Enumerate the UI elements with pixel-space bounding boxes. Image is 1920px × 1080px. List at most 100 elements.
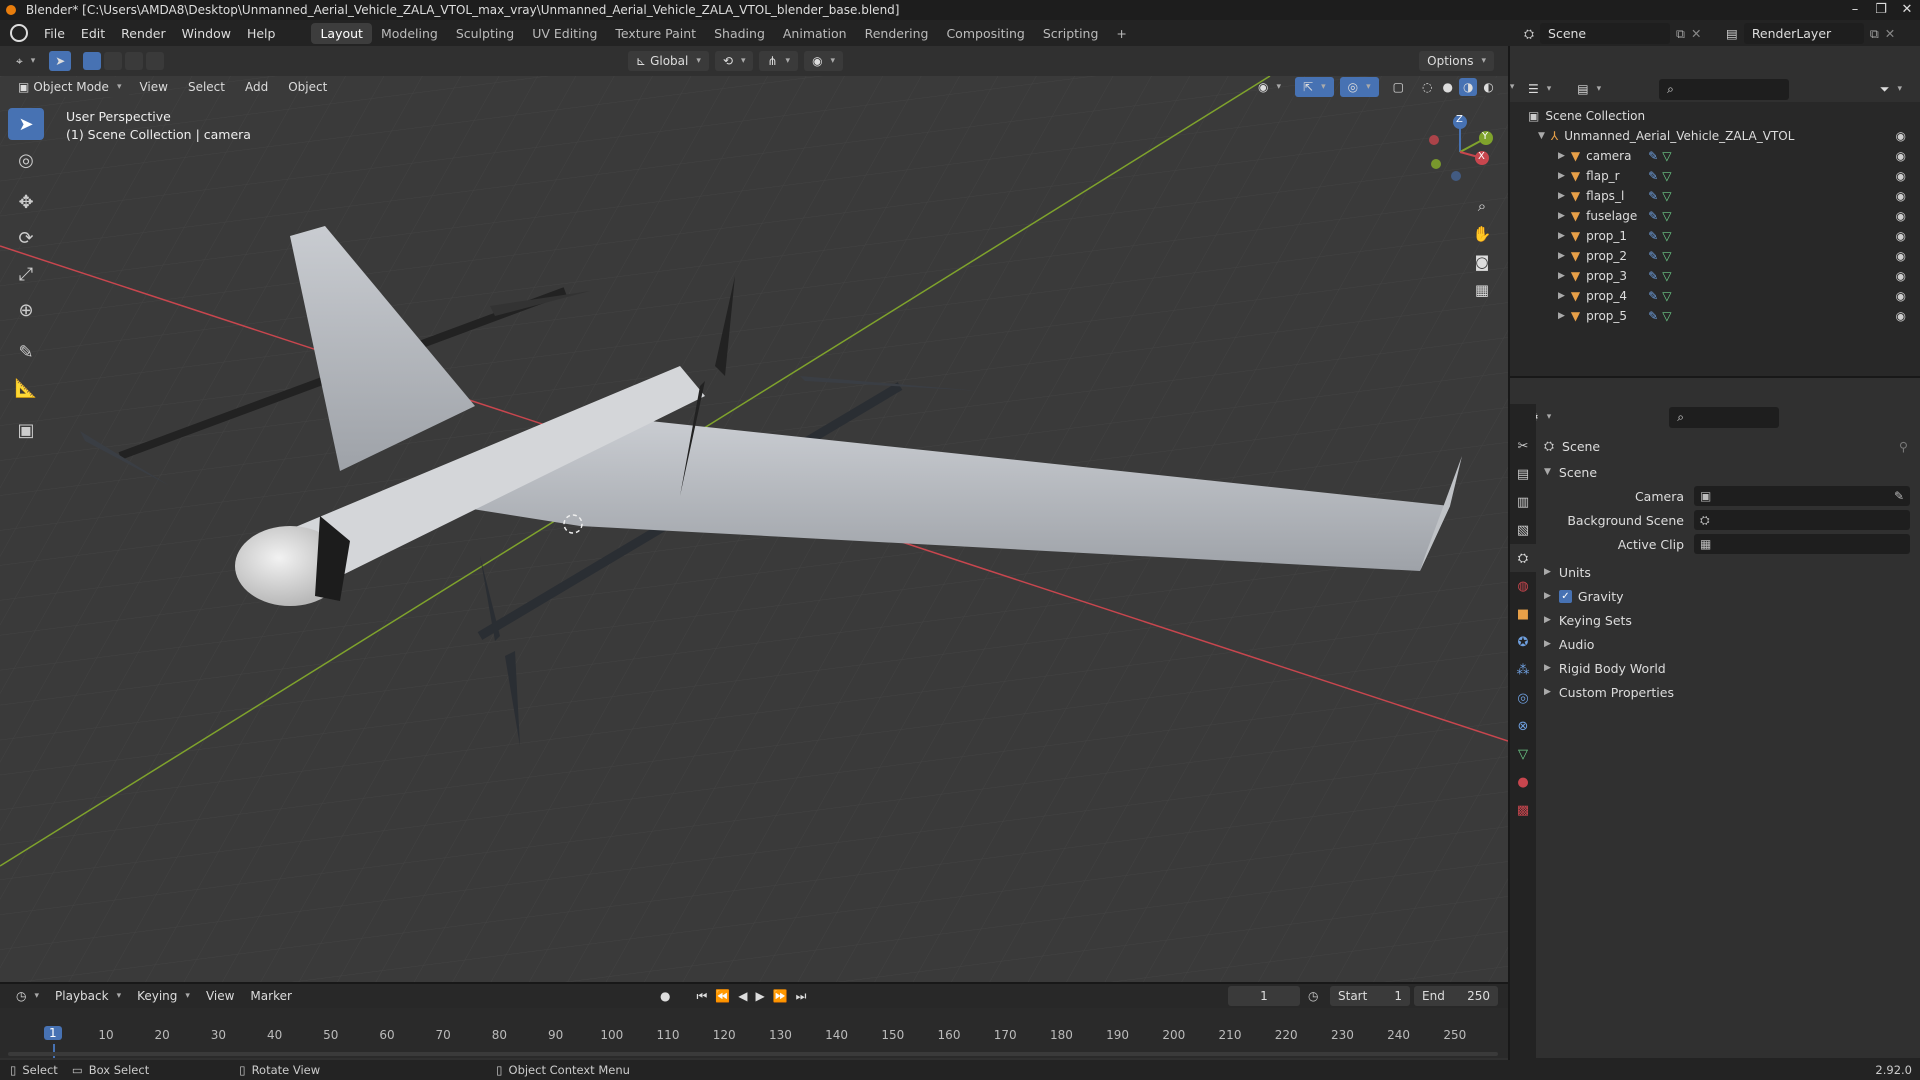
constraints-tab-icon[interactable]: ⊗ bbox=[1510, 712, 1536, 740]
mesh-data-icon[interactable]: ▽ bbox=[1662, 209, 1671, 223]
add-workspace-button[interactable]: + bbox=[1107, 23, 1135, 44]
rendered-shading-icon[interactable]: ◐ bbox=[1479, 78, 1498, 96]
section-expand-icon[interactable]: ▶ bbox=[1544, 567, 1551, 577]
background-scene-field[interactable]: ⛭ bbox=[1694, 510, 1910, 530]
eyedropper-icon[interactable]: ✎ bbox=[1894, 489, 1904, 503]
record-icon[interactable]: ● bbox=[660, 989, 670, 1003]
menu-object[interactable]: Object bbox=[278, 80, 337, 94]
expand-arrow-icon[interactable]: ▶ bbox=[1558, 251, 1565, 261]
scale-tool-icon[interactable]: ⤢ bbox=[8, 258, 44, 290]
scene-panel-header[interactable]: ▼ Scene bbox=[1544, 460, 1920, 484]
play-icon[interactable]: ▶ bbox=[755, 989, 764, 1003]
3d-viewport[interactable] bbox=[0, 76, 1508, 982]
timeline-editor-type[interactable]: ◷ bbox=[8, 986, 47, 1006]
prev-keyframe-icon[interactable]: ⏪ bbox=[715, 989, 730, 1003]
current-frame-field[interactable]: 1 bbox=[1228, 986, 1300, 1006]
view-layer-selector[interactable]: RenderLayer bbox=[1743, 23, 1864, 44]
mode-dropdown[interactable]: ▣ Object Mode bbox=[10, 77, 130, 97]
transform-tool-icon[interactable]: ⊕ bbox=[8, 294, 44, 326]
shading-options-dropdown[interactable] bbox=[1504, 80, 1517, 94]
next-keyframe-icon[interactable]: ⏩ bbox=[773, 989, 788, 1003]
modifier-wrench-icon[interactable]: ✎ bbox=[1648, 309, 1658, 323]
rotate-tool-icon[interactable]: ⟳ bbox=[8, 222, 44, 254]
section-expand-icon[interactable]: ▶ bbox=[1544, 615, 1551, 625]
section-rigid-body-world[interactable]: ▶ Rigid Body World bbox=[1544, 656, 1920, 680]
mesh-data-icon[interactable]: ▽ bbox=[1662, 169, 1671, 183]
output-tab-icon[interactable]: ▥ bbox=[1510, 488, 1536, 516]
pan-hand-icon[interactable]: ✋ bbox=[1468, 220, 1496, 248]
menu-select[interactable]: Select bbox=[178, 80, 235, 94]
section-expand-icon[interactable]: ▶ bbox=[1544, 687, 1551, 697]
visibility-eye-icon[interactable]: ◉ bbox=[1896, 169, 1906, 183]
annotate-tool-icon[interactable]: ✎ bbox=[8, 336, 44, 368]
visibility-eye-icon[interactable]: ◉ bbox=[1896, 309, 1906, 323]
move-tool-icon[interactable]: ✥ bbox=[8, 186, 44, 218]
mesh-data-icon[interactable]: ▽ bbox=[1662, 249, 1671, 263]
physics-tab-icon[interactable]: ◎ bbox=[1510, 684, 1536, 712]
object-tab-icon[interactable]: ■ bbox=[1510, 600, 1536, 628]
select-intersect-icon[interactable] bbox=[146, 52, 165, 70]
pivot-point-dropdown[interactable]: ⟲ bbox=[714, 51, 754, 71]
remove-view-layer-icon[interactable]: ✕ bbox=[1885, 26, 1895, 41]
outliner-object-prop-4[interactable]: ▶ ▼ prop_4 ✎ ▽ ◉ bbox=[1528, 286, 1920, 306]
mesh-data-icon[interactable]: ▽ bbox=[1662, 189, 1671, 203]
jump-start-icon[interactable]: ⏮ bbox=[696, 989, 707, 1004]
expand-arrow-icon[interactable]: ▶ bbox=[1558, 291, 1565, 301]
outliner-object-flaps-l[interactable]: ▶ ▼ flaps_l ✎ ▽ ◉ bbox=[1528, 186, 1920, 206]
visibility-eye-icon[interactable]: ◉ bbox=[1896, 149, 1906, 163]
mesh-data-icon[interactable]: ▽ bbox=[1662, 309, 1671, 323]
tab-compositing[interactable]: Compositing bbox=[937, 23, 1033, 44]
data-tab-icon[interactable]: ▽ bbox=[1510, 740, 1536, 768]
visibility-eye-icon[interactable]: ◉ bbox=[1896, 209, 1906, 223]
camera-field[interactable]: ▣ ✎ bbox=[1694, 486, 1910, 506]
timeline-frames[interactable]: 1 10 20 30 40 50 60 70 80 90 100 110 120 130 140 150 16… bbox=[0, 1008, 1508, 1058]
mesh-data-icon[interactable]: ▽ bbox=[1662, 149, 1671, 163]
camera-view-icon[interactable]: ◙ bbox=[1468, 248, 1496, 276]
visibility-eye-icon[interactable]: ◉ bbox=[1896, 289, 1906, 303]
section-expand-icon[interactable]: ▶ bbox=[1544, 639, 1551, 649]
transform-orientation-dropdown[interactable]: ⊾ Global bbox=[628, 51, 709, 71]
outliner-object-flap-r[interactable]: ▶ ▼ flap_r ✎ ▽ ◉ bbox=[1528, 166, 1920, 186]
scene-tab-icon[interactable]: ⛭ bbox=[1510, 544, 1536, 572]
wireframe-shading-icon[interactable]: ◌ bbox=[1417, 78, 1437, 96]
visibility-eye-icon[interactable]: ◉ bbox=[1896, 249, 1906, 263]
ortho-grid-icon[interactable]: ▦ bbox=[1468, 276, 1496, 304]
timeline-view-menu[interactable]: View bbox=[198, 989, 242, 1003]
playback-menu[interactable]: Playback bbox=[47, 986, 129, 1006]
zoom-icon[interactable]: ⌕ bbox=[1468, 192, 1496, 220]
menu-file[interactable]: File bbox=[36, 26, 73, 41]
visibility-dropdown[interactable]: ◉ bbox=[1250, 77, 1289, 97]
gravity-checkbox[interactable]: ✓ bbox=[1558, 589, 1572, 603]
section-expand-icon[interactable]: ▶ bbox=[1544, 591, 1551, 601]
measure-tool-icon[interactable]: 📐 bbox=[8, 372, 44, 404]
expand-arrow-icon[interactable]: ▶ bbox=[1558, 311, 1565, 321]
close-button[interactable]: ✕ bbox=[1894, 0, 1920, 20]
overlay-toggle[interactable]: ◎ bbox=[1339, 77, 1379, 97]
section-units[interactable]: ▶ Units bbox=[1544, 560, 1920, 584]
outliner-object-prop-5[interactable]: ▶ ▼ prop_5 ✎ ▽ ◉ bbox=[1528, 306, 1920, 326]
section-custom-properties[interactable]: ▶ Custom Properties bbox=[1544, 680, 1920, 704]
modifier-wrench-icon[interactable]: ✎ bbox=[1648, 229, 1658, 243]
mesh-data-icon[interactable]: ▽ bbox=[1662, 289, 1671, 303]
modifier-wrench-icon[interactable]: ✎ bbox=[1648, 169, 1658, 183]
select-new-icon[interactable] bbox=[83, 52, 102, 70]
section-expand-icon[interactable]: ▶ bbox=[1544, 663, 1551, 673]
timeline-scrollbar[interactable] bbox=[8, 1052, 1498, 1056]
visibility-eye-icon[interactable]: ◉ bbox=[1896, 269, 1906, 283]
world-tab-icon[interactable]: ◍ bbox=[1510, 572, 1536, 600]
outliner-editor-type[interactable]: ☰ bbox=[1520, 79, 1559, 99]
end-frame-field[interactable]: End 250 bbox=[1414, 986, 1498, 1006]
menu-view[interactable]: View bbox=[129, 80, 177, 94]
tool-tab-icon[interactable]: ✂ bbox=[1510, 432, 1536, 460]
material-tab-icon[interactable]: ● bbox=[1510, 768, 1536, 796]
expand-arrow-icon[interactable]: ▶ bbox=[1558, 211, 1565, 221]
new-scene-icon[interactable]: ⧉ bbox=[1676, 26, 1685, 42]
tab-rendering[interactable]: Rendering bbox=[856, 23, 938, 44]
playhead-marker[interactable]: 1 bbox=[44, 1026, 62, 1040]
menu-render[interactable]: Render bbox=[113, 26, 174, 41]
visibility-eye-icon[interactable]: ◉ bbox=[1896, 129, 1906, 143]
modifier-wrench-icon[interactable]: ✎ bbox=[1648, 289, 1658, 303]
marker-menu[interactable]: Marker bbox=[242, 989, 299, 1003]
expand-arrow-icon[interactable]: ▶ bbox=[1558, 191, 1565, 201]
editor-type-button[interactable]: ⌖ bbox=[8, 51, 43, 72]
